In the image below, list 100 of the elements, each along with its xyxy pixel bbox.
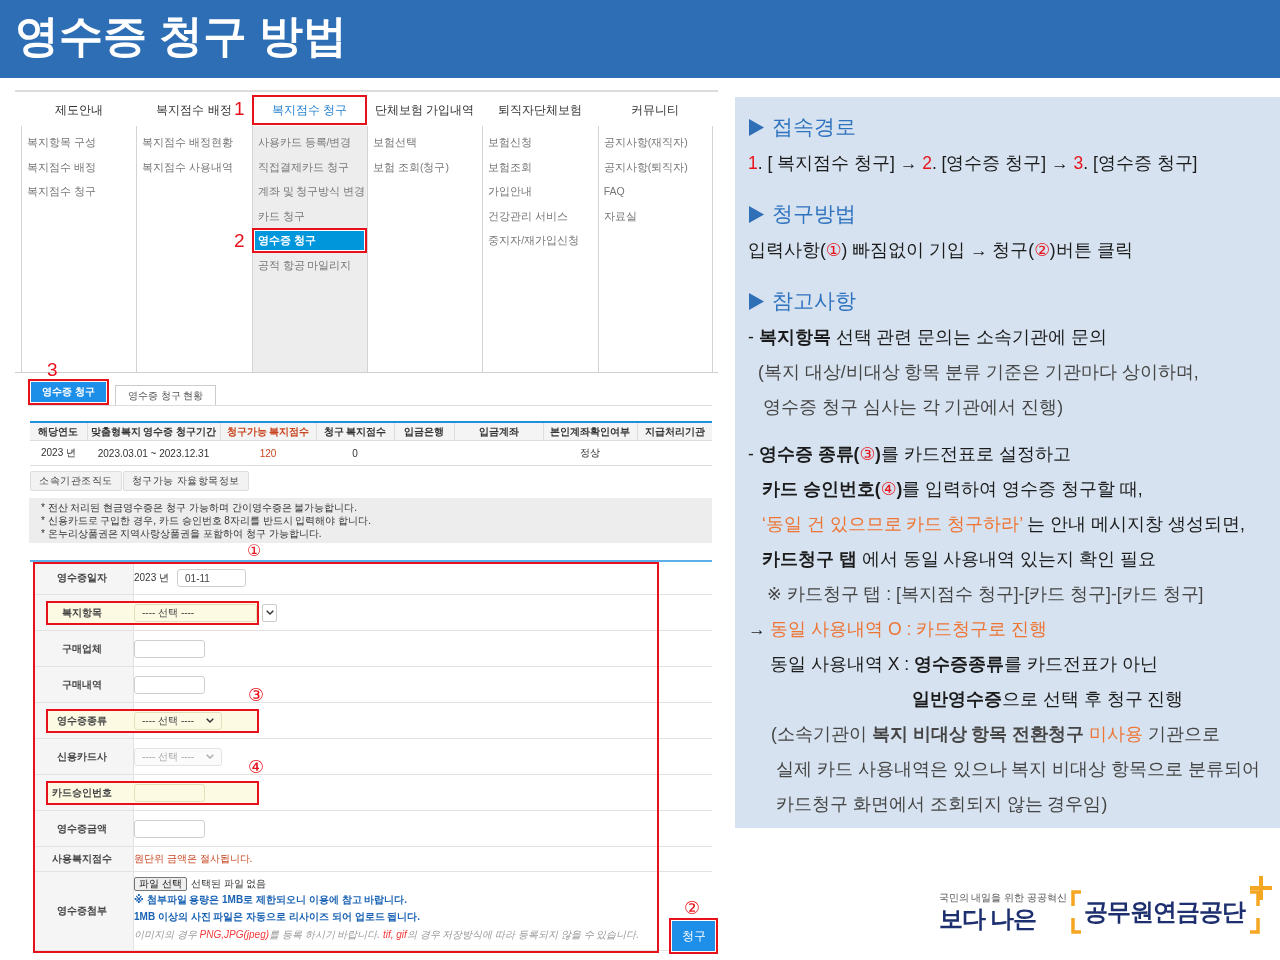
menu-tab[interactable]: 커뮤니티 xyxy=(631,95,680,125)
file-button[interactable]: 파일 선택 xyxy=(134,877,187,891)
input-field[interactable] xyxy=(134,639,205,658)
menu-tab[interactable]: 단체보험 가입내역 xyxy=(375,95,475,125)
link-button[interactable]: 소속기관조직도 xyxy=(30,471,122,491)
menu-item[interactable]: 복지항목 구성 xyxy=(22,130,137,155)
submit-button[interactable]: 청구 xyxy=(669,918,718,954)
guide-text: 카드 승인번호(④)를 입력하여 영수증 청구할 때, xyxy=(762,478,1143,501)
callout-number: ① xyxy=(247,543,262,559)
menu-item[interactable]: 공적 항공 마일리지 xyxy=(252,252,367,277)
tab[interactable]: 영수증 청구 현황 xyxy=(114,385,217,405)
triangle-icon xyxy=(749,292,764,310)
table-cell: 0 xyxy=(316,440,394,466)
select-field[interactable]: ---- 선택 ---- xyxy=(134,603,257,622)
menu-item[interactable]: 공지사항(재직자) xyxy=(598,130,712,155)
chevron-icon xyxy=(265,610,274,615)
menu-item[interactable]: 보험선택 xyxy=(368,130,483,155)
link-button[interactable]: 청구가능 자율항목정보 xyxy=(122,471,249,491)
logo-slogan: 보다 나은 xyxy=(938,904,1038,934)
field-label: 신용카드사 xyxy=(56,749,108,764)
callout-number: 1 xyxy=(234,99,245,118)
menu-item[interactable]: 자료실 xyxy=(598,203,712,228)
chevron-icon xyxy=(206,754,214,759)
menu-item[interactable]: 계좌 및 청구방식 변경 xyxy=(252,179,367,204)
select-field[interactable]: ---- 선택 ---- xyxy=(134,711,222,730)
guide-text: → 동일 사용내역 O : 카드청구로 진행 xyxy=(748,618,1048,641)
menu-tab[interactable]: 퇴직자단체보험 xyxy=(498,95,582,125)
tab[interactable]: 영수증 청구 xyxy=(28,379,109,405)
menu-item[interactable]: FAQ xyxy=(598,179,712,204)
table-header: 입금계좌 xyxy=(454,422,543,441)
menu-item[interactable]: 가입안내 xyxy=(483,179,598,204)
field-label: 복지항목 xyxy=(61,605,103,620)
input-field[interactable] xyxy=(134,819,205,838)
guide-text: 일반영수증으로 선택 후 청구 진행 xyxy=(912,688,1184,711)
field-label: 영수증종류 xyxy=(56,713,108,728)
notice-text: * 신용카드로 구입한 경우, 카드 승인번호 8자리를 반드시 입력해야 합니다. xyxy=(41,514,371,527)
table-cell: 120 xyxy=(220,440,316,466)
menu-tab[interactable]: 복지점수 배정 xyxy=(156,95,232,125)
note-text: 원단위 금액은 절사됩니다. xyxy=(134,852,253,866)
menu-item[interactable]: 복지점수 사용내역 xyxy=(137,154,252,179)
guide-text: - 영수증 종류(③)를 카드전표로 설정하고 xyxy=(748,443,1071,466)
table-cell: 2023 년 xyxy=(30,440,87,466)
guide-text: ‘동일 건 있으므로 카드 청구하라’ 는 안내 메시지창 생성되면, xyxy=(762,513,1245,536)
year-text: 2023 년 xyxy=(134,571,170,585)
menu-item[interactable]: 보험 조회(청구) xyxy=(368,154,483,179)
field-label: 영수증일자 xyxy=(56,571,108,585)
guide-text: 입력사항(①) 빠짐없이 기입 → 청구(②)버튼 클릭 xyxy=(748,239,1133,262)
guide-text: 실제 카드 사용내역은 있으나 복지 비대상 항목으로 분류되어 xyxy=(776,758,1261,781)
guide-text: (복지 대상/비대상 항목 분류 기준은 기관마다 상이하며, xyxy=(758,361,1199,384)
menu-tab[interactable]: 복지점수 청구 xyxy=(251,95,367,125)
menu-item[interactable]: 건강관리 서비스 xyxy=(483,203,598,228)
guide-text: 카드청구 탭 에서 동일 사용내역 있는지 확인 필요 xyxy=(762,548,1157,571)
section-heading: 접속경로 xyxy=(772,114,856,140)
triangle-icon xyxy=(749,205,764,223)
table-header: 본인계좌확인여부 xyxy=(543,422,637,441)
bracket-icon xyxy=(1250,890,1260,934)
table-header: 지급처리기관 xyxy=(637,422,712,441)
callout-number: 2 xyxy=(234,231,245,250)
menu-item[interactable]: 공지사항(퇴직자) xyxy=(598,154,712,179)
menu-item[interactable]: 보험신청 xyxy=(483,130,598,155)
table-header: 해당연도 xyxy=(30,422,87,441)
date-field[interactable]: 01-11 xyxy=(177,569,247,587)
table-header: 입금은행 xyxy=(394,422,454,441)
menu-item[interactable]: 중지자/재가입신청 xyxy=(483,228,598,253)
table-header: 청구 복지점수 xyxy=(316,422,394,441)
dropdown-button[interactable] xyxy=(262,603,277,622)
guide-text: 동일 사용내역 X : 영수증종류를 카드전표가 아닌 xyxy=(770,653,1158,676)
callout-number: ② xyxy=(684,899,701,917)
plus-icon xyxy=(1250,876,1272,900)
menu-item[interactable]: 사용카드 등록/변경 xyxy=(252,130,367,155)
menu-item[interactable]: 복지점수 배정현황 xyxy=(137,130,252,155)
menu-tab[interactable]: 제도안내 xyxy=(54,95,103,125)
field-label: 구매내역 xyxy=(61,677,103,692)
triangle-icon xyxy=(749,118,764,136)
notice-text: * 온누리상품권은 지역사랑상품권을 포함하여 청구 가능합니다. xyxy=(41,527,322,540)
menu-item[interactable]: 보험조회 xyxy=(483,154,598,179)
file-status: 선택된 파일 없음 xyxy=(190,877,267,891)
menu-item[interactable]: 직접결제카드 청구 xyxy=(252,154,367,179)
field-label: 사용복지점수 xyxy=(51,852,113,866)
page-title: 영수증 청구 방법 xyxy=(15,10,348,62)
bracket-icon xyxy=(1071,890,1081,934)
chevron-icon xyxy=(206,718,214,723)
field-label: 영수증금액 xyxy=(56,821,108,836)
guide-text: ※ 카드청구 탭 : [복지점수 청구]-[카드 청구]-[카드 청구] xyxy=(767,583,1204,606)
logo-name: 공무원연금공단 xyxy=(1084,897,1247,927)
input-field[interactable] xyxy=(134,783,205,802)
menu-item[interactable]: 복지점수 배정 xyxy=(22,154,137,179)
table-header: 맞춤형복지 영수증 청구기간 xyxy=(87,422,220,441)
menu-item[interactable]: 영수증 청구 xyxy=(251,228,367,253)
upload-hint: 이미지의 경우 PNG,JPG(jpeg)를 등록 하시기 바랍니다. tif, gif의 경우 저장방식에 따라 등록되지 않을 수 있습니다. xyxy=(134,928,641,942)
section-heading: 참고사항 xyxy=(772,288,856,314)
table-header: 청구가능 복지점수 xyxy=(220,422,316,441)
menu-item[interactable]: 복지점수 청구 xyxy=(22,179,137,204)
guide-text: (소속기관이 복지 비대상 항목 전환청구 미사용 기관으로 xyxy=(771,723,1221,746)
field-label: 구매업체 xyxy=(61,641,103,656)
input-field[interactable] xyxy=(134,675,205,694)
menu-item[interactable]: 카드 청구 xyxy=(252,203,367,228)
table-cell: 2023.03.01 ~ 2023.12.31 xyxy=(87,440,220,466)
callout-number: ④ xyxy=(248,758,265,776)
callout-number: 3 xyxy=(47,360,58,379)
